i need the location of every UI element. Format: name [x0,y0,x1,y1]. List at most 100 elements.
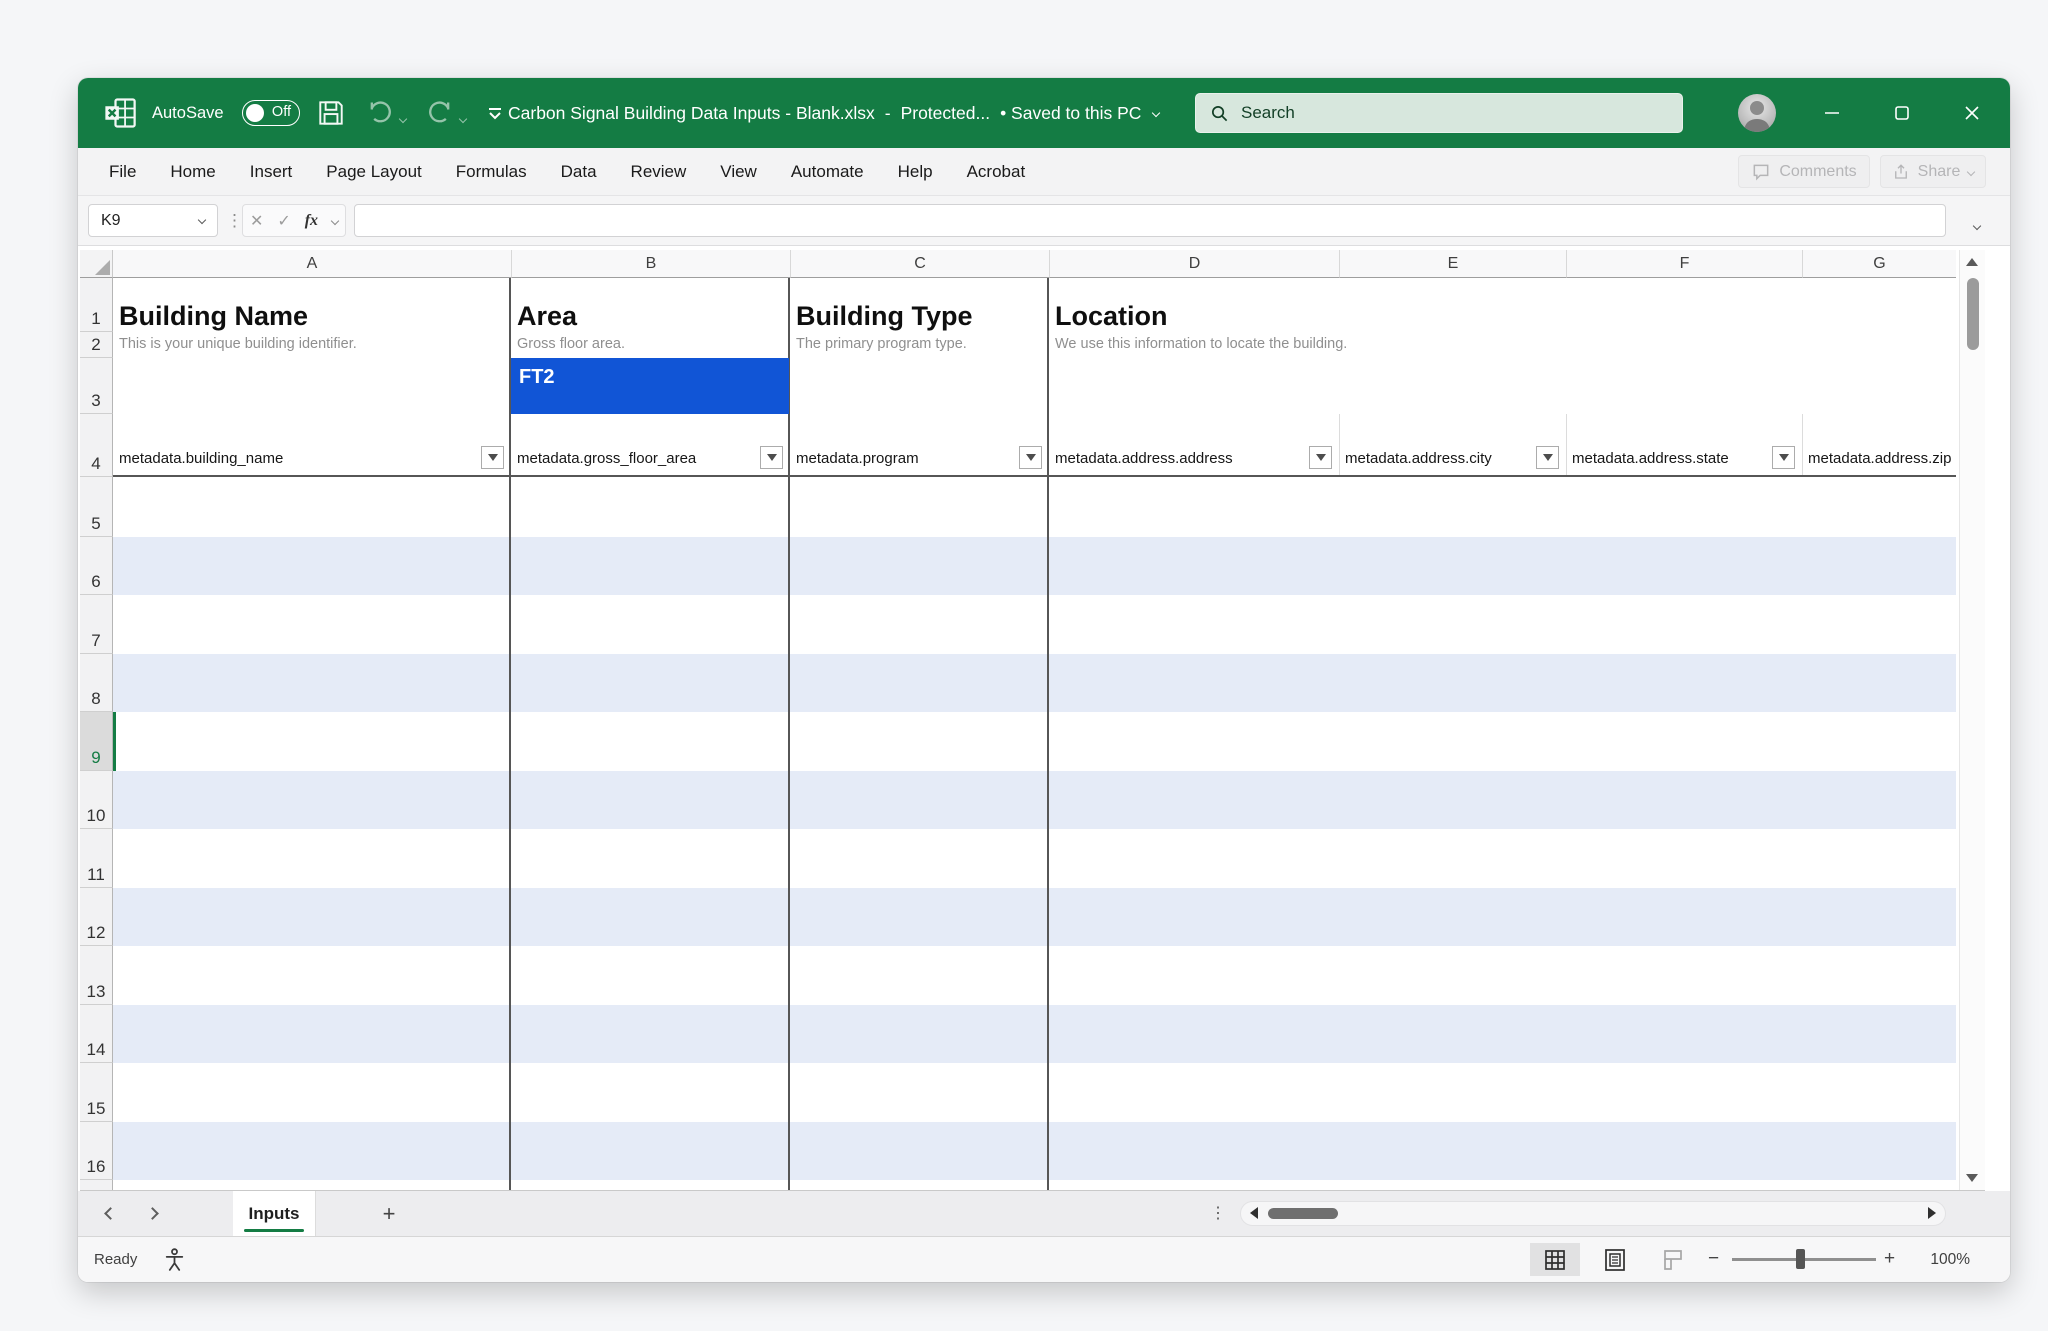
filter-dropdown-state[interactable] [1772,446,1795,469]
close-button[interactable] [1957,78,1987,148]
field-city[interactable]: metadata.address.city [1345,414,1492,476]
filter-dropdown-city[interactable] [1536,446,1559,469]
column-header-b[interactable]: B [511,250,790,278]
protected-status[interactable]: Protected... [901,103,991,124]
formula-input[interactable] [354,204,1946,237]
name-box-chevron-icon[interactable] [198,216,206,224]
row-header-9-selected[interactable]: 9 [80,712,113,771]
minimize-button[interactable] [1817,78,1847,148]
save-icon[interactable] [316,98,346,128]
field-address[interactable]: metadata.address.address [1055,414,1233,476]
horizontal-scroll-thumb[interactable] [1268,1208,1338,1219]
insert-function-icon[interactable]: fx [305,212,318,230]
filter-dropdown-gross-floor-area[interactable] [760,446,783,469]
field-zip[interactable]: metadata.address.zip [1808,414,1951,476]
normal-view-button[interactable] [1530,1243,1580,1276]
sheet-nav-prev-icon[interactable] [106,1191,115,1236]
menu-help[interactable]: Help [881,148,950,195]
row-header-13[interactable]: 13 [80,946,113,1005]
row-header-3[interactable]: 3 [80,358,113,414]
page-break-view-button[interactable] [1648,1243,1698,1276]
scroll-up-icon[interactable] [1966,258,1978,266]
comments-button[interactable]: Comments [1738,155,1870,188]
menu-page-layout[interactable]: Page Layout [309,148,438,195]
menu-view[interactable]: View [703,148,774,195]
banded-row-8[interactable] [113,654,1956,712]
field-gross-floor-area[interactable]: metadata.gross_floor_area [517,414,696,476]
column-header-d[interactable]: D [1049,250,1339,278]
filter-dropdown-program[interactable] [1019,446,1042,469]
filter-dropdown-building-name[interactable] [481,446,504,469]
row-header-1[interactable]: 1 [80,278,113,332]
unit-cell-b3[interactable]: FT2 [511,358,789,414]
row-header-7[interactable]: 7 [80,595,113,654]
row-header-8[interactable]: 8 [80,654,113,712]
row-header-5[interactable]: 5 [80,477,113,537]
avatar[interactable] [1738,94,1776,132]
zoom-out-button[interactable]: − [1708,1237,1719,1282]
menu-file[interactable]: File [92,148,153,195]
row-header-2[interactable]: 2 [80,332,113,358]
name-box-resize-handle[interactable]: ⋮ [226,196,243,246]
scroll-left-icon[interactable] [1250,1207,1258,1219]
filter-dropdown-address[interactable] [1309,446,1332,469]
horizontal-scrollbar[interactable] [1240,1201,1946,1226]
select-all-corner[interactable] [80,250,113,278]
field-state[interactable]: metadata.address.state [1572,414,1729,476]
search-box[interactable] [1195,93,1683,133]
saved-status[interactable]: • Saved to this PC [1000,103,1141,124]
banded-row-6[interactable] [113,537,1956,595]
row-header-11[interactable]: 11 [80,829,113,888]
confirm-entry-icon[interactable]: ✓ [277,211,290,231]
share-button[interactable]: Share [1880,155,1986,188]
vertical-scrollbar[interactable] [1959,250,1985,1190]
row-header-6[interactable]: 6 [80,537,113,595]
column-header-a[interactable]: A [113,250,511,278]
banded-row-10[interactable] [113,771,1956,829]
zoom-level[interactable]: 100% [1914,1237,1970,1282]
autosave-toggle[interactable]: Off [242,100,300,126]
column-header-f[interactable]: F [1566,250,1802,278]
menu-data[interactable]: Data [544,148,614,195]
vertical-scroll-thumb[interactable] [1967,278,1979,350]
zoom-slider-thumb[interactable] [1796,1249,1805,1269]
title-chevron-icon[interactable] [1152,109,1160,117]
row-header-16[interactable]: 16 [80,1122,113,1180]
redo-icon[interactable] [426,99,454,127]
quick-access-toolbar-icon[interactable] [484,103,506,125]
sheet-nav-next-icon[interactable] [148,1191,157,1236]
menu-home[interactable]: Home [153,148,232,195]
undo-icon[interactable] [366,99,394,127]
banded-row-16[interactable] [113,1122,1956,1180]
menu-review[interactable]: Review [614,148,704,195]
field-building-name[interactable]: metadata.building_name [119,414,283,476]
sheet-tab-inputs[interactable]: Inputs [233,1191,316,1236]
tab-bar-options-icon[interactable]: ⋮ [1210,1191,1226,1236]
search-input[interactable] [1241,103,1641,123]
undo-dropdown-icon[interactable] [400,109,406,127]
column-header-e[interactable]: E [1339,250,1566,278]
field-program[interactable]: metadata.program [796,414,919,476]
row-header-12[interactable]: 12 [80,888,113,946]
zoom-in-button[interactable]: + [1884,1237,1895,1282]
menu-formulas[interactable]: Formulas [439,148,544,195]
excel-app-icon[interactable] [102,95,138,131]
scroll-right-icon[interactable] [1928,1207,1936,1219]
banded-row-12[interactable] [113,888,1956,946]
column-header-c[interactable]: C [790,250,1049,278]
expand-formula-bar-icon[interactable] [1974,216,1980,234]
menu-automate[interactable]: Automate [774,148,881,195]
maximize-button[interactable] [1887,78,1917,148]
page-layout-view-button[interactable] [1590,1243,1640,1276]
row-header-4[interactable]: 4 [80,414,113,477]
menu-insert[interactable]: Insert [233,148,310,195]
name-box[interactable]: K9 [88,204,218,237]
add-sheet-button[interactable]: + [374,1191,404,1236]
scroll-down-icon[interactable] [1966,1174,1978,1182]
row-header-15[interactable]: 15 [80,1063,113,1122]
row-header-17-partial[interactable] [80,1180,113,1190]
function-chevron-icon[interactable] [331,216,339,224]
banded-row-14[interactable] [113,1005,1956,1063]
menu-acrobat[interactable]: Acrobat [950,148,1043,195]
cancel-entry-icon[interactable]: ✕ [250,211,263,231]
